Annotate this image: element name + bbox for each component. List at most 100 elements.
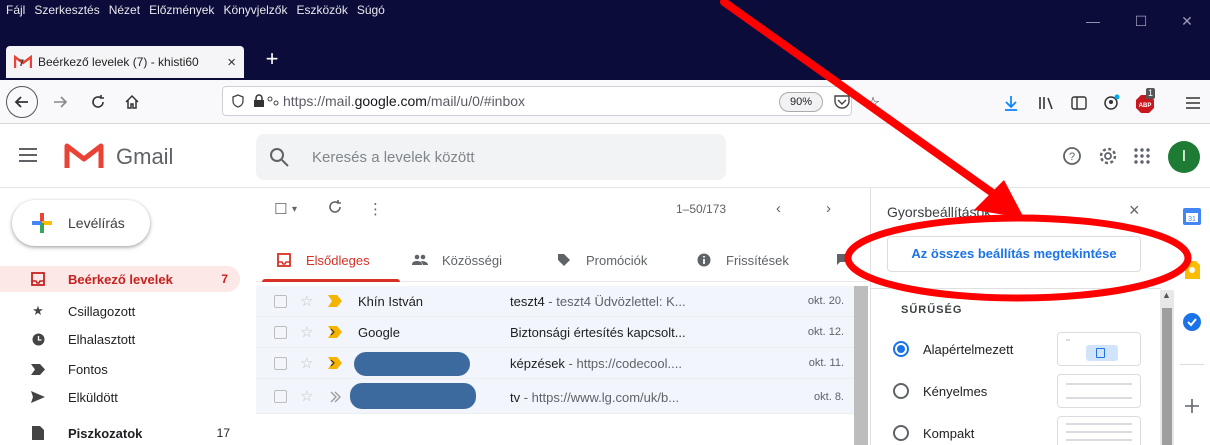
menu-tools[interactable]: Eszközök	[296, 2, 347, 18]
new-tab-button[interactable]: +	[258, 46, 286, 74]
star-icon[interactable]: ☆	[300, 323, 313, 341]
more-options-icon[interactable]: ⋮	[368, 200, 383, 218]
compose-button[interactable]: Levélírás	[12, 200, 150, 246]
zoom-level-button[interactable]: 90%	[779, 92, 823, 112]
important-marker-icon[interactable]	[328, 391, 342, 403]
sidebar-item-snoozed[interactable]: Elhalasztott	[0, 326, 240, 352]
select-all-checkbox[interactable]: ☐	[274, 200, 287, 218]
scroll-up-icon[interactable]: ▲	[1162, 290, 1171, 300]
menu-file[interactable]: Fájl	[6, 2, 25, 18]
table-row[interactable]: ☆ Khín István teszt4 - teszt4 Üdvözlette…	[256, 286, 854, 317]
gmail-favicon-icon: 7	[13, 54, 33, 69]
sidebar-item-starred[interactable]: ★ Csillagozott	[0, 298, 240, 324]
library-icon[interactable]	[1036, 92, 1058, 114]
send-icon	[30, 389, 46, 405]
pocket-icon[interactable]	[833, 93, 851, 111]
account-extension-icon[interactable]	[1100, 92, 1122, 114]
search-icon[interactable]	[268, 146, 290, 168]
mail-list-scrollbar[interactable]	[854, 286, 868, 445]
forward-button[interactable]	[46, 88, 74, 116]
chevron-left-icon[interactable]: ‹	[776, 200, 781, 217]
reload-button[interactable]	[84, 88, 112, 116]
table-row[interactable]: ☆ tv - https://www.lg.com/uk/b... okt. 8…	[256, 379, 854, 414]
help-icon[interactable]: ?	[1058, 142, 1086, 170]
refresh-icon[interactable]	[328, 200, 342, 218]
star-icon[interactable]: ☆	[300, 387, 313, 405]
sidebar-item-inbox[interactable]: Beérkező levelek 7	[0, 266, 240, 292]
tab-label: Promóciók	[586, 252, 648, 268]
window-maximize-button[interactable]: ☐	[1118, 0, 1164, 42]
important-marker-icon[interactable]	[328, 357, 342, 369]
lock-icon[interactable]	[253, 94, 265, 108]
window-minimize-button[interactable]: —	[1070, 0, 1116, 42]
table-row[interactable]: ☆ Google Biztonsági értesítés kapcsolt..…	[256, 317, 854, 348]
apps-grid-icon[interactable]	[1128, 142, 1156, 170]
shield-icon[interactable]	[231, 94, 245, 108]
select-dropdown-chevron-icon[interactable]: ▾	[292, 204, 297, 215]
density-option-default[interactable]: Alapértelmezett	[893, 332, 1143, 368]
gmail-logo-icon[interactable]	[64, 140, 104, 170]
tab-promotions[interactable]: Promóciók	[556, 238, 647, 282]
sidebar-item-sent[interactable]: Elküldött	[0, 384, 240, 410]
chevron-right-icon[interactable]: ›	[826, 200, 831, 217]
url-bar[interactable]: https://mail.google.com/mail/u/0/#inbox …	[222, 86, 852, 116]
tab-primary[interactable]: Elsődleges	[276, 238, 370, 282]
back-button[interactable]	[6, 86, 38, 118]
search-box[interactable]	[256, 134, 726, 180]
sidebar-item-drafts[interactable]: Piszkozatok 17	[0, 420, 240, 445]
row-checkbox[interactable]	[274, 326, 287, 339]
svg-text:31: 31	[1188, 216, 1196, 223]
sidebar-item-important[interactable]: Fontos	[0, 356, 240, 382]
menu-bookmarks[interactable]: Könyvjelzők	[223, 2, 287, 18]
bookmark-star-icon[interactable]: ☆	[862, 92, 884, 114]
menu-view[interactable]: Nézet	[109, 2, 140, 18]
home-button[interactable]	[118, 88, 146, 116]
account-avatar[interactable]: I	[1168, 141, 1200, 173]
sidebar-item-label: Elhalasztott	[68, 331, 136, 347]
quick-settings-scroll-thumb[interactable]	[1162, 308, 1172, 445]
tab-social[interactable]: Közösségi	[412, 238, 502, 282]
density-option-compact[interactable]: Kompakt	[893, 416, 1143, 445]
close-icon[interactable]: ×	[1129, 200, 1140, 221]
downloads-icon[interactable]	[1000, 92, 1022, 114]
density-preview-comfortable	[1057, 374, 1141, 408]
menu-edit[interactable]: Szerkesztés	[34, 2, 99, 18]
row-checkbox[interactable]	[274, 390, 287, 403]
tab-close-icon[interactable]: ×	[227, 54, 236, 71]
menu-help[interactable]: Súgó	[357, 2, 385, 18]
app-menu-icon[interactable]	[1182, 92, 1204, 114]
browser-tab-gmail[interactable]: 7 Beérkező levelek (7) - khisti60 ×	[6, 46, 244, 78]
window-close-button[interactable]: ✕	[1164, 0, 1210, 42]
inbox-icon	[276, 252, 292, 268]
adblock-plus-icon[interactable]: ABP 1	[1134, 88, 1156, 114]
search-input[interactable]	[312, 146, 712, 168]
star-icon[interactable]: ☆	[300, 354, 313, 372]
radio-unselected[interactable]	[893, 383, 909, 399]
row-checkbox[interactable]	[274, 357, 287, 370]
gmail-logo-text[interactable]: Gmail	[116, 144, 173, 170]
permissions-icon[interactable]	[267, 96, 279, 106]
table-row[interactable]: ☆ képzések - https://codecool.... okt. 1…	[256, 348, 854, 379]
main-menu-icon[interactable]	[18, 146, 38, 169]
see-all-settings-button[interactable]: Az összes beállítás megtekintése	[887, 236, 1141, 272]
radio-selected[interactable]	[893, 341, 909, 357]
tab-updates[interactable]: Frissítések	[696, 238, 789, 282]
tab-forums[interactable]	[836, 238, 852, 282]
calendar-icon[interactable]: 31	[1182, 206, 1202, 226]
settings-gear-icon[interactable]	[1094, 142, 1122, 170]
star-icon[interactable]: ☆	[300, 292, 313, 310]
active-tab-indicator	[262, 279, 400, 282]
home-icon	[125, 94, 139, 109]
tasks-icon[interactable]	[1182, 312, 1202, 332]
radio-unselected[interactable]	[893, 425, 909, 441]
important-marker-icon[interactable]	[328, 295, 342, 307]
url-text[interactable]: https://mail.google.com/mail/u/0/#inbox	[283, 93, 525, 109]
important-marker-icon[interactable]	[328, 326, 342, 338]
density-option-comfortable[interactable]: Kényelmes	[893, 374, 1143, 410]
add-addon-icon[interactable]	[1182, 396, 1202, 416]
density-heading: SŰRŰSÉG	[901, 304, 963, 316]
sidebar-toggle-icon[interactable]	[1068, 92, 1090, 114]
row-checkbox[interactable]	[274, 295, 287, 308]
keep-icon[interactable]	[1182, 260, 1202, 280]
menu-history[interactable]: Előzmények	[149, 2, 214, 18]
